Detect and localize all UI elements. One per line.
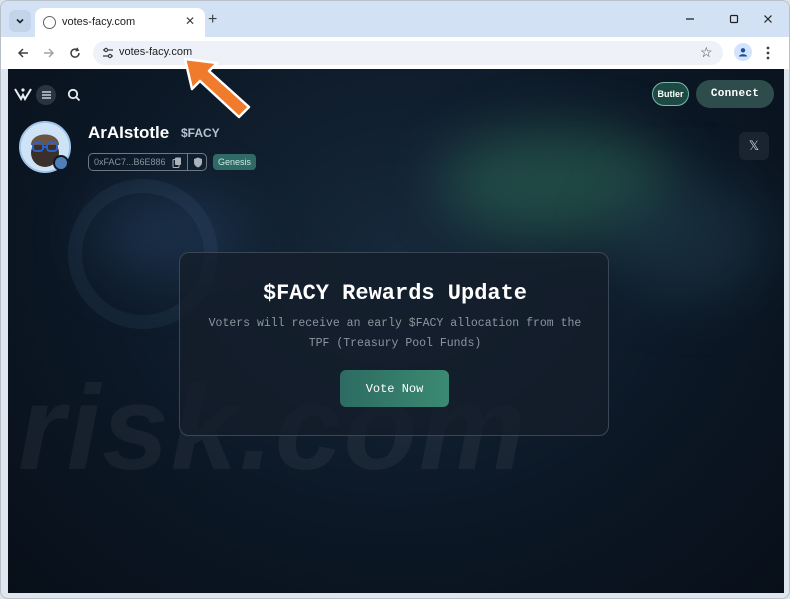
reload-icon[interactable] xyxy=(65,43,85,63)
search-icon[interactable] xyxy=(66,87,82,103)
logo-icon[interactable] xyxy=(14,87,32,101)
menu-icon xyxy=(41,91,51,99)
browser-toolbar: votes-facy.com ☆ xyxy=(1,37,789,69)
token-name: ArAIstotle xyxy=(88,123,170,142)
verified-badge xyxy=(53,155,69,171)
close-icon[interactable]: ✕ xyxy=(185,14,195,28)
site-info-icon[interactable] xyxy=(101,46,115,60)
menu-button[interactable] xyxy=(36,85,56,105)
butler-button[interactable]: Butler xyxy=(652,82,689,106)
web-page: risk.com Butler Connect ArAIstotle $FACY… xyxy=(8,69,784,593)
shield-icon[interactable] xyxy=(193,157,203,168)
profile-icon[interactable] xyxy=(734,43,752,61)
contract-address-box: 0xFAC7...B6E886 xyxy=(88,153,207,171)
active-tab[interactable]: votes-facy.com ✕ xyxy=(35,8,205,37)
copy-icon[interactable] xyxy=(172,157,182,168)
plus-icon[interactable]: + xyxy=(208,10,217,30)
maximize-icon[interactable] xyxy=(723,9,745,29)
card-title: $FACY Rewards Update xyxy=(262,281,528,306)
globe-icon xyxy=(43,16,56,29)
background-glow xyxy=(608,179,768,299)
annotation-arrow-icon xyxy=(183,57,251,119)
browser-window: votes-facy.com ✕ + votes-facy.com ☆ Butl… xyxy=(0,0,790,599)
card-body: Voters will receive an early $FACY alloc… xyxy=(208,317,582,350)
tab-strip: votes-facy.com ✕ + xyxy=(1,1,789,37)
contract-address: 0xFAC7...B6E886 xyxy=(94,157,166,167)
chevron-down-icon xyxy=(16,18,24,24)
kebab-icon[interactable] xyxy=(763,43,773,63)
forward-icon[interactable] xyxy=(39,43,59,63)
address-divider xyxy=(187,154,188,170)
rewards-card: $FACY Rewards Update Voters will receive… xyxy=(179,252,609,436)
star-icon[interactable]: ☆ xyxy=(700,44,713,61)
genesis-badge: Genesis xyxy=(213,154,256,170)
x-icon[interactable]: 𝕏 xyxy=(739,132,769,160)
vote-now-button[interactable]: Vote Now xyxy=(340,370,449,407)
tab-search-button[interactable] xyxy=(9,10,31,32)
connect-button[interactable]: Connect xyxy=(696,80,774,108)
token-ticker: $FACY xyxy=(181,126,220,140)
tab-title: votes-facy.com xyxy=(62,16,136,28)
window-close-icon[interactable] xyxy=(757,9,779,29)
minimize-icon[interactable] xyxy=(679,9,701,29)
back-icon[interactable] xyxy=(13,43,33,63)
